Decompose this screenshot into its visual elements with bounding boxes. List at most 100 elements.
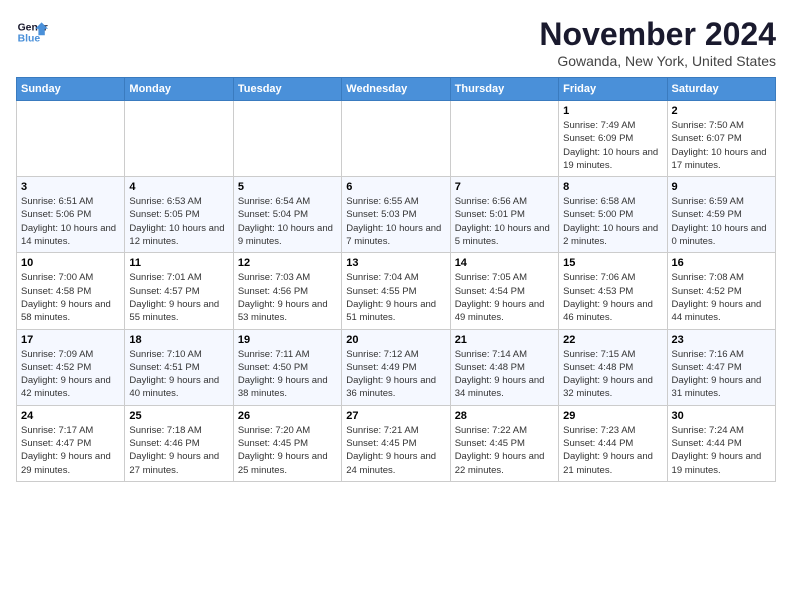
day-info: Sunrise: 6:56 AM Sunset: 5:01 PM Dayligh… — [455, 195, 554, 248]
day-info: Sunrise: 7:10 AM Sunset: 4:51 PM Dayligh… — [129, 348, 228, 401]
day-info: Sunrise: 7:17 AM Sunset: 4:47 PM Dayligh… — [21, 424, 120, 477]
day-info: Sunrise: 7:08 AM Sunset: 4:52 PM Dayligh… — [672, 271, 771, 324]
weekday-header: Friday — [559, 78, 667, 101]
day-info: Sunrise: 6:54 AM Sunset: 5:04 PM Dayligh… — [238, 195, 337, 248]
day-info: Sunrise: 7:16 AM Sunset: 4:47 PM Dayligh… — [672, 348, 771, 401]
calendar-cell — [342, 101, 450, 177]
day-info: Sunrise: 7:12 AM Sunset: 4:49 PM Dayligh… — [346, 348, 445, 401]
day-number: 18 — [129, 334, 228, 346]
day-info: Sunrise: 7:06 AM Sunset: 4:53 PM Dayligh… — [563, 271, 662, 324]
day-number: 8 — [563, 181, 662, 193]
calendar-cell: 18 Sunrise: 7:10 AM Sunset: 4:51 PM Dayli… — [125, 329, 233, 405]
day-number: 26 — [238, 410, 337, 422]
calendar-week-row: 3 Sunrise: 6:51 AM Sunset: 5:06 PM Daylig… — [17, 177, 776, 253]
day-number: 3 — [21, 181, 120, 193]
day-number: 11 — [129, 257, 228, 269]
day-info: Sunrise: 7:05 AM Sunset: 4:54 PM Dayligh… — [455, 271, 554, 324]
day-info: Sunrise: 7:20 AM Sunset: 4:45 PM Dayligh… — [238, 424, 337, 477]
calendar-cell: 21Sunrise: 7:14 AM Sunset: 4:48 PM Dayli… — [450, 329, 558, 405]
weekday-header: Tuesday — [233, 78, 341, 101]
calendar-cell: 3 Sunrise: 6:51 AM Sunset: 5:06 PM Daylig… — [17, 177, 125, 253]
day-number: 5 — [238, 181, 337, 193]
day-number: 25 — [129, 410, 228, 422]
day-number: 7 — [455, 181, 554, 193]
calendar-cell: 5 Sunrise: 6:54 AM Sunset: 5:04 PM Daylig… — [233, 177, 341, 253]
calendar-cell: 27Sunrise: 7:21 AM Sunset: 4:45 PM Dayli… — [342, 405, 450, 481]
calendar-cell: 30Sunrise: 7:24 AM Sunset: 4:44 PM Dayli… — [667, 405, 775, 481]
day-number: 22 — [563, 334, 662, 346]
day-number: 4 — [129, 181, 228, 193]
calendar-cell: 20 Sunrise: 7:12 AM Sunset: 4:49 PM Dayli… — [342, 329, 450, 405]
day-number: 29 — [563, 410, 662, 422]
calendar-table: SundayMondayTuesdayWednesdayThursdayFrid… — [16, 77, 776, 482]
day-number: 21 — [455, 334, 554, 346]
calendar-cell: 19 Sunrise: 7:11 AM Sunset: 4:50 PM Dayli… — [233, 329, 341, 405]
day-info: Sunrise: 7:49 AM Sunset: 6:09 PM Dayligh… — [563, 119, 662, 172]
day-info: Sunrise: 6:59 AM Sunset: 4:59 PM Dayligh… — [672, 195, 771, 248]
calendar-cell: 17 Sunrise: 7:09 AM Sunset: 4:52 PM Dayli… — [17, 329, 125, 405]
calendar-cell: 24 Sunrise: 7:17 AM Sunset: 4:47 PM Dayli… — [17, 405, 125, 481]
calendar-cell: 26 Sunrise: 7:20 AM Sunset: 4:45 PM Dayli… — [233, 405, 341, 481]
svg-text:Blue: Blue — [18, 34, 41, 45]
day-info: Sunrise: 6:58 AM Sunset: 5:00 PM Dayligh… — [563, 195, 662, 248]
day-number: 20 — [346, 334, 445, 346]
day-info: Sunrise: 7:00 AM Sunset: 4:58 PM Dayligh… — [21, 271, 120, 324]
day-info: Sunrise: 7:04 AM Sunset: 4:55 PM Dayligh… — [346, 271, 445, 324]
calendar-cell: 1Sunrise: 7:49 AM Sunset: 6:09 PM Daylig… — [559, 101, 667, 177]
day-number: 2 — [672, 105, 771, 117]
calendar-cell: 10 Sunrise: 7:00 AM Sunset: 4:58 PM Dayli… — [17, 253, 125, 329]
day-info: Sunrise: 7:01 AM Sunset: 4:57 PM Dayligh… — [129, 271, 228, 324]
day-info: Sunrise: 7:09 AM Sunset: 4:52 PM Dayligh… — [21, 348, 120, 401]
calendar-week-row: 17 Sunrise: 7:09 AM Sunset: 4:52 PM Dayli… — [17, 329, 776, 405]
weekday-header: Sunday — [17, 78, 125, 101]
title-block: November 2024 Gowanda, New York, United … — [539, 16, 776, 69]
calendar-cell: 12Sunrise: 7:03 AM Sunset: 4:56 PM Dayli… — [233, 253, 341, 329]
day-number: 6 — [346, 181, 445, 193]
calendar-cell: 23 Sunrise: 7:16 AM Sunset: 4:47 PM Dayli… — [667, 329, 775, 405]
day-info: Sunrise: 7:23 AM Sunset: 4:44 PM Dayligh… — [563, 424, 662, 477]
calendar-cell — [125, 101, 233, 177]
calendar-cell: 11 Sunrise: 7:01 AM Sunset: 4:57 PM Dayli… — [125, 253, 233, 329]
calendar-cell: 15 Sunrise: 7:06 AM Sunset: 4:53 PM Dayli… — [559, 253, 667, 329]
calendar-cell — [233, 101, 341, 177]
day-info: Sunrise: 7:22 AM Sunset: 4:45 PM Dayligh… — [455, 424, 554, 477]
calendar-cell: 28 Sunrise: 7:22 AM Sunset: 4:45 PM Dayli… — [450, 405, 558, 481]
day-info: Sunrise: 7:15 AM Sunset: 4:48 PM Dayligh… — [563, 348, 662, 401]
calendar-cell — [450, 101, 558, 177]
day-number: 9 — [672, 181, 771, 193]
calendar-week-row: 24 Sunrise: 7:17 AM Sunset: 4:47 PM Dayli… — [17, 405, 776, 481]
calendar-week-row: 10 Sunrise: 7:00 AM Sunset: 4:58 PM Dayli… — [17, 253, 776, 329]
calendar-cell: 29 Sunrise: 7:23 AM Sunset: 4:44 PM Dayli… — [559, 405, 667, 481]
weekday-header: Wednesday — [342, 78, 450, 101]
page-header: General Blue November 2024 Gowanda, New … — [16, 16, 776, 69]
day-info: Sunrise: 7:11 AM Sunset: 4:50 PM Dayligh… — [238, 348, 337, 401]
calendar-cell: 14 Sunrise: 7:05 AM Sunset: 4:54 PM Dayli… — [450, 253, 558, 329]
day-info: Sunrise: 7:18 AM Sunset: 4:46 PM Dayligh… — [129, 424, 228, 477]
day-number: 16 — [672, 257, 771, 269]
month-title: November 2024 — [539, 16, 776, 53]
day-number: 23 — [672, 334, 771, 346]
calendar-cell: 6Sunrise: 6:55 AM Sunset: 5:03 PM Daylig… — [342, 177, 450, 253]
day-info: Sunrise: 7:50 AM Sunset: 6:07 PM Dayligh… — [672, 119, 771, 172]
calendar-cell: 2 Sunrise: 7:50 AM Sunset: 6:07 PM Daylig… — [667, 101, 775, 177]
day-number: 14 — [455, 257, 554, 269]
calendar-header-row: SundayMondayTuesdayWednesdayThursdayFrid… — [17, 78, 776, 101]
day-info: Sunrise: 7:24 AM Sunset: 4:44 PM Dayligh… — [672, 424, 771, 477]
day-number: 28 — [455, 410, 554, 422]
day-number: 10 — [21, 257, 120, 269]
day-info: Sunrise: 7:21 AM Sunset: 4:45 PM Dayligh… — [346, 424, 445, 477]
day-number: 15 — [563, 257, 662, 269]
day-number: 17 — [21, 334, 120, 346]
day-number: 13 — [346, 257, 445, 269]
calendar-cell — [17, 101, 125, 177]
weekday-header: Thursday — [450, 78, 558, 101]
day-info: Sunrise: 6:51 AM Sunset: 5:06 PM Dayligh… — [21, 195, 120, 248]
location: Gowanda, New York, United States — [539, 53, 776, 69]
calendar-cell: 8 Sunrise: 6:58 AM Sunset: 5:00 PM Daylig… — [559, 177, 667, 253]
day-number: 24 — [21, 410, 120, 422]
day-number: 12 — [238, 257, 337, 269]
day-info: Sunrise: 6:53 AM Sunset: 5:05 PM Dayligh… — [129, 195, 228, 248]
day-number: 19 — [238, 334, 337, 346]
logo: General Blue — [16, 16, 48, 48]
calendar-cell: 25 Sunrise: 7:18 AM Sunset: 4:46 PM Dayli… — [125, 405, 233, 481]
